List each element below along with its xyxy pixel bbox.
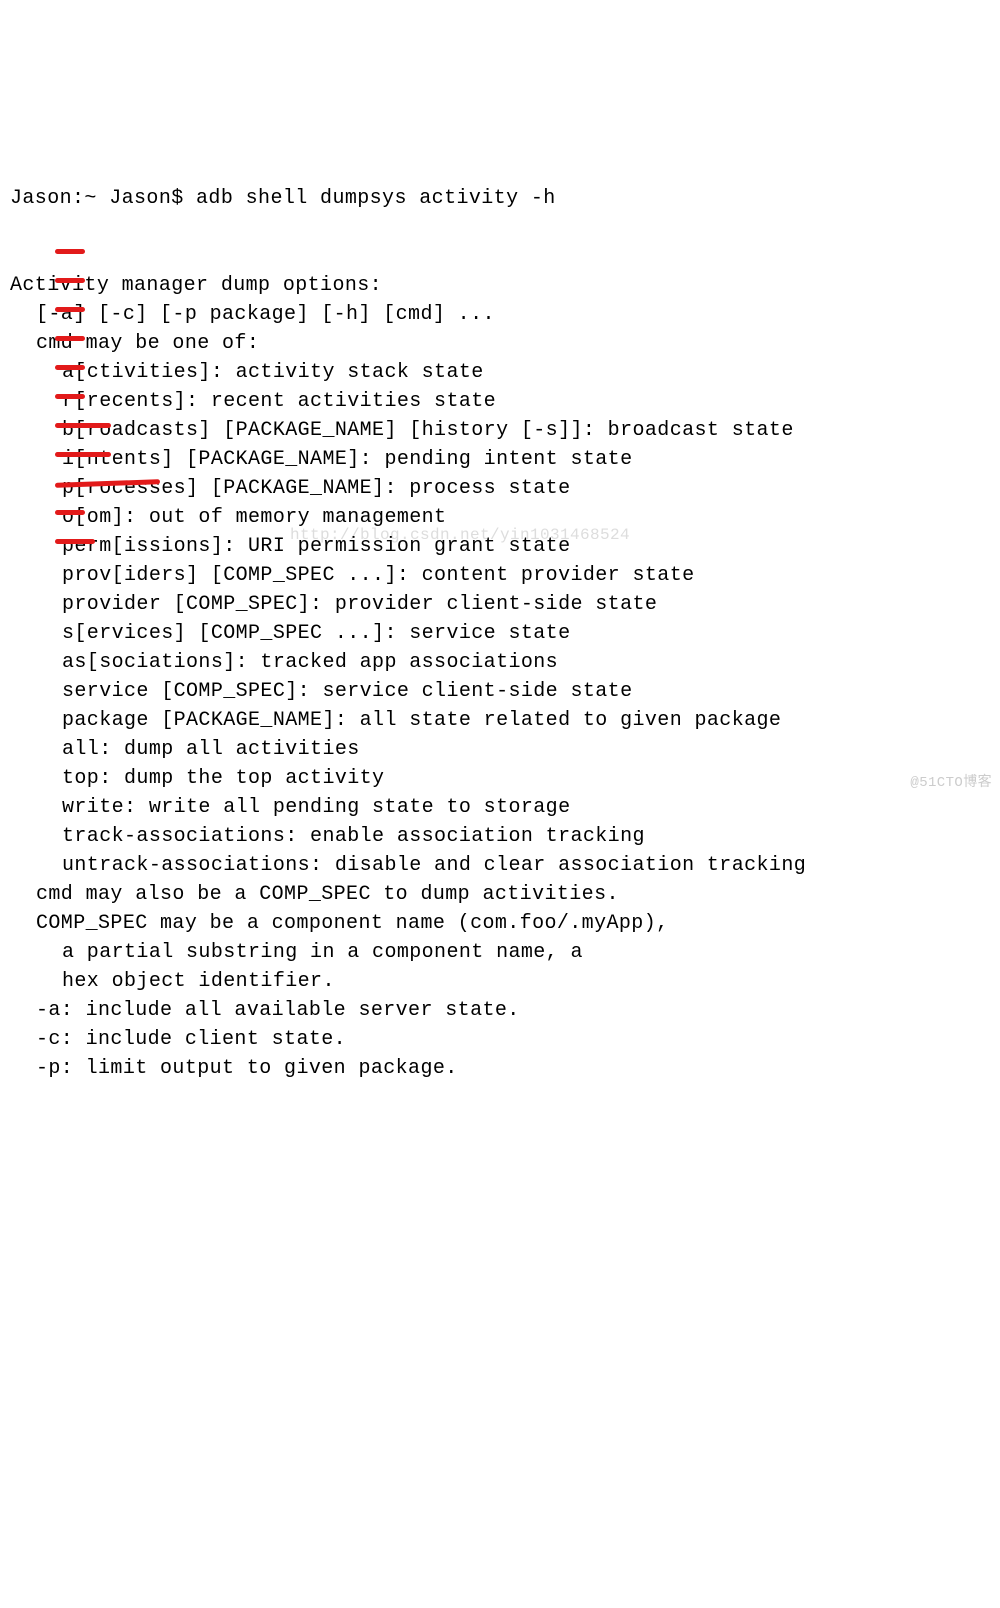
output-line: track-associations: enable association t… xyxy=(10,822,990,851)
output-line: [-a] [-c] [-p package] [-h] [cmd] ... xyxy=(10,300,990,329)
terminal-output: Jason:~ Jason$ adb shell dumpsys activit… xyxy=(0,116,1000,1547)
underline-mark xyxy=(55,307,85,312)
output-line: s[ervices] [COMP_SPEC ...]: service stat… xyxy=(10,619,990,648)
output-line: hex object identifier. xyxy=(10,967,990,996)
output-line: prov[iders] [COMP_SPEC ...]: content pro… xyxy=(10,561,990,590)
underline-mark xyxy=(55,394,85,399)
output-line: a[ctivities]: activity stack state xyxy=(10,358,990,387)
output-line: cmd may be one of: xyxy=(10,329,990,358)
output-line: Activity manager dump options: xyxy=(10,271,990,300)
output-line: as[sociations]: tracked app associations xyxy=(10,648,990,677)
underline-mark xyxy=(55,539,95,544)
output-line: untrack-associations: disable and clear … xyxy=(10,851,990,880)
watermark-brand: @51CTO博客 xyxy=(910,769,992,798)
output-line: service [COMP_SPEC]: service client-side… xyxy=(10,677,990,706)
output-line: COMP_SPEC may be a component name (com.f… xyxy=(10,909,990,938)
command: adb shell dumpsys activity -h xyxy=(196,187,556,210)
output-line: top: dump the top activity xyxy=(10,764,990,793)
underline-mark xyxy=(55,336,85,341)
output-line: i[ntents] [PACKAGE_NAME]: pending intent… xyxy=(10,445,990,474)
underline-mark xyxy=(55,365,85,370)
output-block: Activity manager dump options:[-a] [-c] … xyxy=(10,271,990,1083)
underline-mark xyxy=(55,423,111,428)
underline-mark xyxy=(55,278,85,283)
output-line: a partial substring in a component name,… xyxy=(10,938,990,967)
output-line: b[roadcasts] [PACKAGE_NAME] [history [-s… xyxy=(10,416,990,445)
command-line: Jason:~ Jason$ adb shell dumpsys activit… xyxy=(10,184,990,213)
underline-mark xyxy=(55,510,85,515)
output-line: package [PACKAGE_NAME]: all state relate… xyxy=(10,706,990,735)
underline-mark xyxy=(55,452,111,457)
output-line: -c: include client state. xyxy=(10,1025,990,1054)
output-line: -p: limit output to given package. xyxy=(10,1054,990,1083)
underline-mark xyxy=(55,249,85,254)
prompt: Jason:~ Jason$ xyxy=(10,187,196,210)
output-line: o[om]: out of memory management xyxy=(10,503,990,532)
output-line: provider [COMP_SPEC]: provider client-si… xyxy=(10,590,990,619)
output-line: r[recents]: recent activities state xyxy=(10,387,990,416)
output-line: cmd may also be a COMP_SPEC to dump acti… xyxy=(10,880,990,909)
output-line: all: dump all activities xyxy=(10,735,990,764)
output-line: perm[issions]: URI permission grant stat… xyxy=(10,532,990,561)
output-line: -a: include all available server state. xyxy=(10,996,990,1025)
output-line: write: write all pending state to storag… xyxy=(10,793,990,822)
